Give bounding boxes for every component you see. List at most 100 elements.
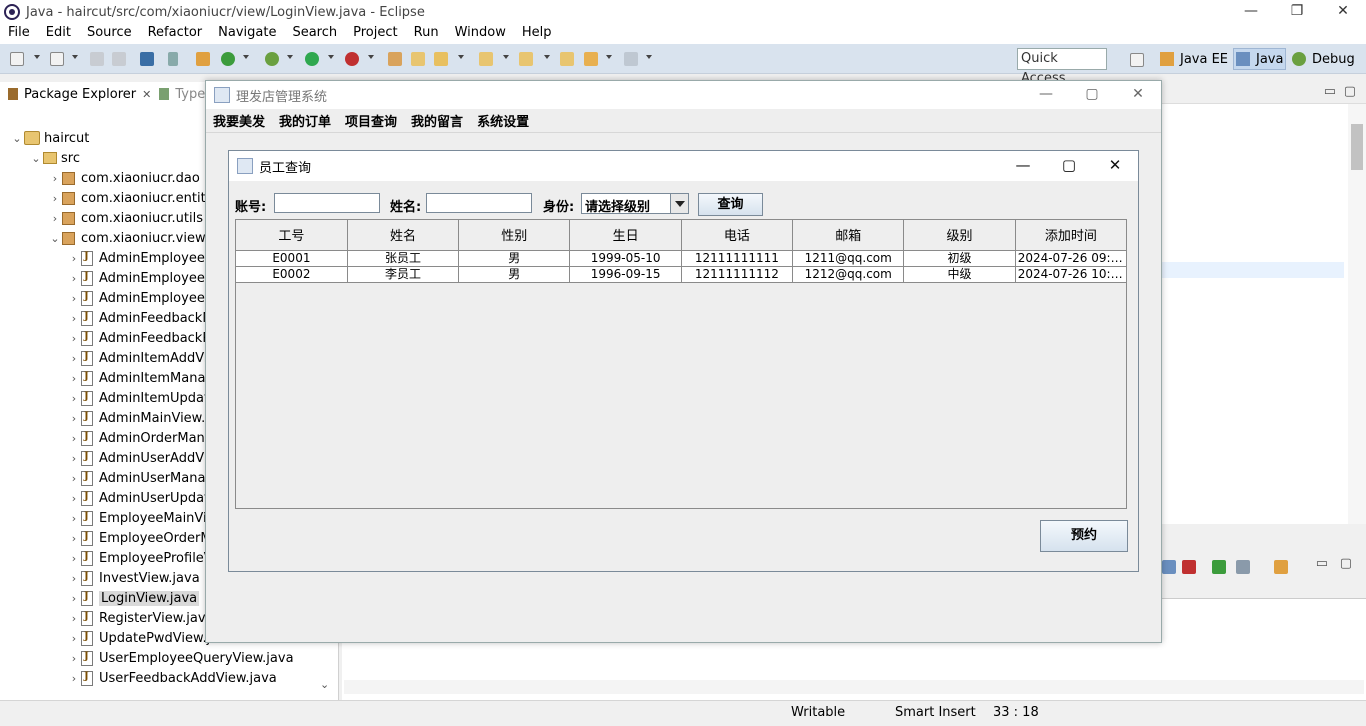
menu-item-query[interactable]: 项目查询 bbox=[338, 111, 404, 130]
col-header-created[interactable]: 添加时间 bbox=[1015, 220, 1128, 251]
close-button[interactable]: ✕ bbox=[1320, 0, 1366, 24]
chevron-right-icon[interactable]: › bbox=[67, 512, 81, 525]
perspective-java-ee[interactable]: Java EE bbox=[1160, 48, 1228, 70]
open-type-icon[interactable] bbox=[196, 52, 210, 66]
refresh-icon[interactable] bbox=[221, 52, 235, 66]
perspective-java[interactable]: Java bbox=[1233, 48, 1287, 70]
chevron-right-icon[interactable]: › bbox=[67, 292, 81, 305]
console-display-icon[interactable] bbox=[1236, 560, 1250, 574]
chevron-right-icon[interactable]: › bbox=[48, 172, 62, 185]
chevron-right-icon[interactable]: › bbox=[67, 472, 81, 485]
cell-gender[interactable]: 男 bbox=[458, 266, 571, 283]
tree-item[interactable]: › com.xiaoniucr.entity bbox=[48, 188, 214, 208]
menu-source[interactable]: Source bbox=[79, 24, 140, 44]
cell-level[interactable]: 初级 bbox=[903, 250, 1016, 267]
chevron-right-icon[interactable]: › bbox=[48, 192, 62, 205]
chevron-right-icon[interactable]: › bbox=[67, 612, 81, 625]
back-icon[interactable] bbox=[584, 52, 598, 66]
menu-search[interactable]: Search bbox=[284, 24, 345, 44]
chevron-down-icon[interactable]: ⌄ bbox=[29, 152, 43, 165]
chevron-right-icon[interactable]: › bbox=[67, 332, 81, 345]
perspective-debug[interactable]: Debug bbox=[1292, 48, 1355, 70]
console-pin-icon[interactable] bbox=[1162, 560, 1176, 574]
chevron-right-icon[interactable]: › bbox=[67, 632, 81, 645]
tree-item[interactable]: › EmployeeProfileV bbox=[67, 548, 213, 568]
tree-item[interactable]: › UserFeedbackAddView.java bbox=[67, 668, 277, 688]
chevron-down-icon[interactable]: ⌄ bbox=[10, 132, 24, 145]
query-button[interactable]: 查询 bbox=[698, 193, 763, 216]
col-header-name[interactable]: 姓名 bbox=[347, 220, 460, 251]
pencil-dropdown-icon[interactable] bbox=[458, 55, 464, 59]
reserve-button[interactable]: 预约 bbox=[1040, 520, 1128, 552]
name-input[interactable] bbox=[426, 193, 532, 213]
menu-help[interactable]: Help bbox=[514, 24, 560, 44]
tree-item[interactable]: › AdminFeedbackN bbox=[67, 308, 212, 328]
back-dropdown-icon[interactable] bbox=[606, 55, 612, 59]
pencil-icon[interactable] bbox=[434, 52, 448, 66]
chevron-right-icon[interactable]: › bbox=[67, 312, 81, 325]
tree-item[interactable]: › AdminEmployeeA bbox=[67, 248, 214, 268]
cell-birthday[interactable]: 1999-05-10 bbox=[569, 250, 682, 267]
table-row[interactable]: E0002 李员工 男 1996-09-15 12111111112 1212@… bbox=[236, 266, 1128, 283]
editor-scrollbar[interactable] bbox=[1348, 104, 1366, 524]
menu-haircut[interactable]: 我要美发 bbox=[206, 111, 272, 130]
quick-access-input[interactable]: Quick Access bbox=[1017, 48, 1107, 86]
tree-item[interactable]: › AdminUserUpdat bbox=[67, 488, 209, 508]
skip-breakpoints-icon[interactable] bbox=[168, 52, 178, 66]
tree-item[interactable]: › AdminItemAddVi bbox=[67, 348, 207, 368]
new-icon[interactable] bbox=[10, 52, 24, 66]
cell-gender[interactable]: 男 bbox=[458, 250, 571, 267]
new-file-icon[interactable] bbox=[50, 52, 64, 66]
tree-item[interactable]: › EmployeeMainVie bbox=[67, 508, 215, 528]
col-header-level[interactable]: 级别 bbox=[903, 220, 1016, 251]
chevron-right-icon[interactable]: › bbox=[67, 572, 81, 585]
console-new-icon[interactable] bbox=[1274, 560, 1288, 574]
cell-name[interactable]: 李员工 bbox=[347, 266, 460, 283]
role-select[interactable]: 请选择级别 bbox=[581, 193, 689, 215]
tree-item[interactable]: › RegisterView.java bbox=[67, 608, 214, 628]
tree-item[interactable]: › AdminEmployeeN bbox=[67, 268, 215, 288]
scroll-down-icon[interactable]: ⌄ bbox=[320, 678, 329, 691]
minimize-console-icon[interactable]: ▭ bbox=[1316, 556, 1328, 571]
chevron-right-icon[interactable]: › bbox=[67, 272, 81, 285]
forward-dropdown-icon[interactable] bbox=[646, 55, 652, 59]
col-header-id[interactable]: 工号 bbox=[236, 220, 348, 251]
open-perspective-icon[interactable] bbox=[1130, 53, 1144, 67]
menu-file[interactable]: File bbox=[0, 24, 38, 44]
horizontal-scrollbar[interactable] bbox=[344, 680, 1364, 694]
frame-minimize-button[interactable]: — bbox=[1023, 81, 1069, 109]
refresh-dropdown-icon[interactable] bbox=[243, 55, 249, 59]
external-tools-icon[interactable] bbox=[345, 52, 359, 66]
tree-item[interactable]: › AdminFeedbackR bbox=[67, 328, 211, 348]
console-remove-icon[interactable] bbox=[1182, 560, 1196, 574]
tree-item[interactable]: ⌄ src bbox=[29, 148, 80, 168]
console-open-icon[interactable] bbox=[1212, 560, 1226, 574]
menu-my-messages[interactable]: 我的留言 bbox=[404, 111, 470, 130]
new-file-dropdown-icon[interactable] bbox=[72, 55, 78, 59]
prev-annotation-icon[interactable] bbox=[519, 52, 533, 66]
open-folder-icon[interactable] bbox=[411, 52, 425, 66]
menu-system-settings[interactable]: 系统设置 bbox=[470, 111, 536, 130]
debug-dropdown-icon[interactable] bbox=[287, 55, 293, 59]
save-icon[interactable] bbox=[90, 52, 104, 66]
col-header-gender[interactable]: 性别 bbox=[458, 220, 571, 251]
menu-project[interactable]: Project bbox=[345, 24, 405, 44]
dialog-close-button[interactable]: ✕ bbox=[1092, 151, 1138, 181]
chevron-down-icon[interactable] bbox=[670, 194, 688, 213]
chevron-right-icon[interactable]: › bbox=[67, 372, 81, 385]
minimize-button[interactable]: — bbox=[1228, 0, 1274, 24]
tree-item[interactable]: › AdminEmployeeU bbox=[67, 288, 214, 308]
tree-item[interactable]: › InvestView.java bbox=[67, 568, 200, 588]
table-row[interactable]: E0001 张员工 男 1999-05-10 12111111111 1211@… bbox=[236, 250, 1128, 267]
run-dropdown-icon[interactable] bbox=[328, 55, 334, 59]
tree-item[interactable]: › UserEmployeeQueryView.java bbox=[67, 648, 294, 668]
tree-item[interactable]: › AdminItemManag bbox=[67, 368, 214, 388]
frame-close-button[interactable]: ✕ bbox=[1115, 81, 1161, 109]
save-all-icon[interactable] bbox=[112, 52, 126, 66]
chevron-right-icon[interactable]: › bbox=[67, 552, 81, 565]
maximize-view-icon[interactable]: ▢ bbox=[1344, 84, 1356, 99]
cell-phone[interactable]: 12111111112 bbox=[681, 266, 794, 283]
tree-item[interactable]: › com.xiaoniucr.dao bbox=[48, 168, 200, 188]
menu-edit[interactable]: Edit bbox=[38, 24, 79, 44]
cell-id[interactable]: E0001 bbox=[236, 250, 348, 267]
